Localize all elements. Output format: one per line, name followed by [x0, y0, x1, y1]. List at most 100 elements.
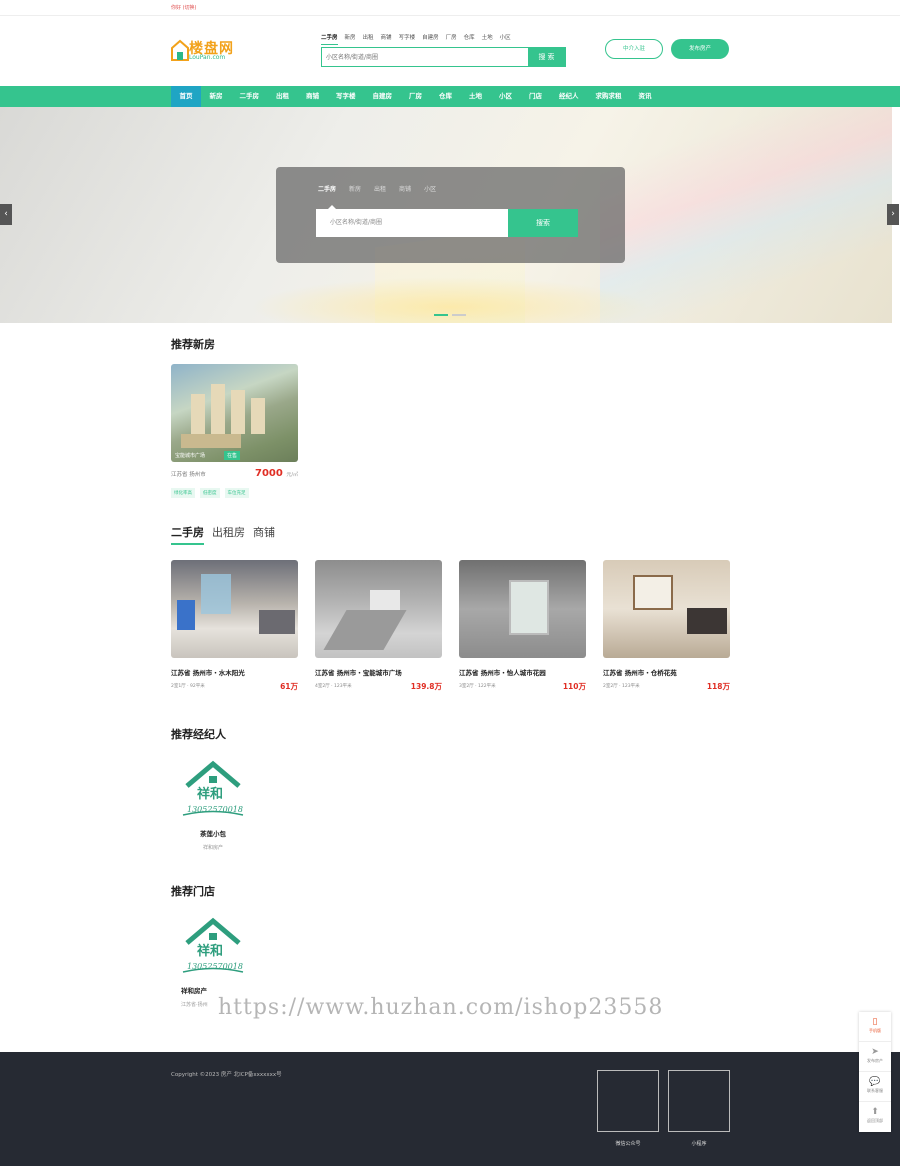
logo-brand: 祥和 [197, 786, 223, 802]
window-shape [201, 574, 231, 614]
agent-join-button[interactable]: 中介入驻 [605, 39, 663, 59]
nav-store[interactable]: 门店 [521, 86, 551, 107]
header-search-button[interactable]: 搜 索 [528, 48, 565, 66]
banner-glow [250, 277, 650, 323]
new-house-image[interactable]: 宝能城市广场 在售 [171, 364, 298, 462]
header-search-tabs: 二手房 新房 出租 商铺 写字楼 自建房 厂房 仓库 土地 小区 [321, 33, 566, 45]
listing-card[interactable]: 江苏省 扬州市・仓桥花苑 2室2厅 · 123平米 118万 [603, 560, 730, 691]
listing-card[interactable]: 江苏省 扬州市・宝能城市广场 4室2厅 · 123平米 139.8万 [315, 560, 442, 691]
listing-title[interactable]: 江苏省 扬州市・水木阳光 [171, 667, 298, 677]
header-search-box: 搜 索 [321, 47, 566, 67]
side-mobile[interactable]: ▯ 手机版 [859, 1012, 891, 1042]
nav-agent[interactable]: 经纪人 [551, 86, 588, 107]
price-value: 7000 [254, 468, 283, 479]
banner-prev-arrow-icon[interactable]: ‹ [0, 204, 12, 225]
htab-shop[interactable]: 商铺 [381, 33, 392, 45]
htab-land[interactable]: 土地 [482, 33, 493, 45]
htab-warehouse[interactable]: 仓库 [464, 33, 475, 45]
htab-selfbuild[interactable]: 自建房 [422, 33, 439, 45]
watermark-text: https://www.huzhan.com/ishop23558 [218, 995, 664, 1020]
stairs-shape [323, 610, 407, 650]
htab-secondhand[interactable]: 二手房 [321, 33, 338, 45]
tv-shape [177, 600, 195, 630]
btab-shop[interactable]: 商铺 [399, 184, 411, 193]
agent-company: 祥和房产 [202, 845, 223, 851]
banner-dot[interactable] [434, 314, 448, 316]
nav-home[interactable]: 首页 [171, 86, 201, 107]
new-house-card[interactable]: 宝能城市广场 在售 江苏省 扬州市 7000 元/㎡ 绿化率高 低密度 车位充足 [171, 364, 298, 498]
htab-community[interactable]: 小区 [500, 33, 511, 45]
side-toolbar: ▯ 手机版 ➤ 发布房产 💬 联系客服 ⬆ 返回顶部 [859, 1012, 891, 1132]
htab-office[interactable]: 写字楼 [399, 33, 416, 45]
house-roof-logo-icon: 祥和 13052570018 [182, 917, 244, 973]
main-nav: 首页 新房 二手房 出租 商铺 写字楼 自建房 厂房 仓库 土地 小区 门店 经… [0, 86, 900, 107]
listing-image[interactable] [459, 560, 586, 658]
nav-new[interactable]: 新房 [201, 86, 231, 107]
btab-rent[interactable]: 出租 [374, 184, 386, 193]
listing-price: 61万 [280, 682, 298, 691]
listing-image[interactable] [315, 560, 442, 658]
agent-name[interactable]: 茶莲小包 [171, 828, 255, 838]
htab-new[interactable]: 新房 [345, 33, 356, 45]
btab-new[interactable]: 新房 [349, 184, 361, 193]
nav-wanted[interactable]: 求购求租 [587, 86, 630, 107]
nav-community[interactable]: 小区 [491, 86, 521, 107]
tab-shop[interactable]: 商铺 [253, 524, 275, 545]
banner-search-input[interactable]: 小区名称/街道/商圈 [316, 209, 509, 237]
nav-office[interactable]: 写字楼 [328, 86, 365, 107]
price-unit: 元/㎡ [286, 472, 298, 478]
side-post[interactable]: ➤ 发布房产 [859, 1042, 891, 1072]
nav-factory[interactable]: 厂房 [401, 86, 431, 107]
logo-brand: 祥和 [197, 943, 223, 959]
sofa-shape [259, 610, 295, 634]
building-shape [211, 384, 225, 434]
listing-price: 118万 [706, 682, 730, 691]
store-card[interactable]: 祥和 13052570018 祥和房产 江苏省·扬州 [171, 913, 255, 1008]
htab-factory[interactable]: 厂房 [446, 33, 457, 45]
listing-title[interactable]: 江苏省 扬州市・仓桥花苑 [603, 667, 730, 677]
sale-status-badge: 在售 [223, 451, 240, 460]
phone-icon: ▯ [872, 1017, 878, 1027]
listing-card[interactable]: 江苏省 扬州市・怡人城市花园 3室2厅 · 122平米 110万 [459, 560, 586, 691]
side-service[interactable]: 💬 联系客服 [859, 1072, 891, 1102]
tag: 车位充足 [224, 488, 249, 498]
listing-card[interactable]: 江苏省 扬州市・水木阳光 2室1厅 · 92平米 61万 [171, 560, 298, 691]
banner-dot[interactable] [452, 314, 466, 316]
balcony-door-shape [509, 580, 549, 635]
btab-secondhand[interactable]: 二手房 [318, 184, 336, 193]
nav-selfbuild[interactable]: 自建房 [364, 86, 401, 107]
store-section: 推荐门店 祥和 13052570018 祥和房产 江苏省·扬州 [171, 883, 244, 1008]
listing-image[interactable] [171, 560, 298, 658]
second-hand-tabs: 二手房 出租房 商铺 [171, 524, 729, 545]
header-search-input[interactable] [322, 48, 528, 66]
side-top[interactable]: ⬆ 返回顶部 [859, 1102, 891, 1132]
login-link[interactable]: 你好 (切换) [171, 5, 197, 11]
listing-title[interactable]: 江苏省 扬州市・怡人城市花园 [459, 667, 586, 677]
htab-rent[interactable]: 出租 [363, 33, 374, 45]
banner-next-arrow-icon[interactable]: › [887, 204, 899, 225]
house-logo-icon [171, 39, 189, 61]
agent-card[interactable]: 祥和 13052570018 茶莲小包 祥和房产 [171, 756, 255, 851]
site-logo[interactable]: 楼盘网 LouPan.com [171, 38, 237, 64]
post-property-button[interactable]: 发布房产 [671, 39, 729, 59]
nav-shop[interactable]: 商铺 [298, 86, 328, 107]
nav-warehouse[interactable]: 仓库 [431, 86, 461, 107]
tab-rental[interactable]: 出租房 [212, 524, 245, 545]
building-shape [191, 394, 205, 434]
nav-news[interactable]: 资讯 [630, 86, 660, 107]
store-name[interactable]: 祥和房产 [171, 985, 255, 995]
tab-secondhand[interactable]: 二手房 [171, 524, 204, 545]
nav-rent[interactable]: 出租 [268, 86, 298, 107]
btab-community[interactable]: 小区 [424, 184, 436, 193]
arrow-up-icon: ⬆ [871, 1107, 879, 1117]
banner-search-panel: 二手房 新房 出租 商铺 小区 小区名称/街道/商圈 搜索 [276, 167, 625, 263]
listing-image[interactable] [603, 560, 730, 658]
banner-search-button[interactable]: 搜索 [508, 209, 578, 237]
nav-land[interactable]: 土地 [461, 86, 491, 107]
house-roof-logo-icon: 祥和 13052570018 [182, 760, 244, 816]
nav-secondhand[interactable]: 二手房 [231, 86, 268, 107]
listing-title[interactable]: 江苏省 扬州市・宝能城市广场 [315, 667, 442, 677]
sofa-shape [687, 608, 727, 634]
banner-dots [434, 314, 466, 316]
copyright-text: Copyright ©2023 房产 北ICP备xxxxxxx号 [171, 1072, 282, 1078]
